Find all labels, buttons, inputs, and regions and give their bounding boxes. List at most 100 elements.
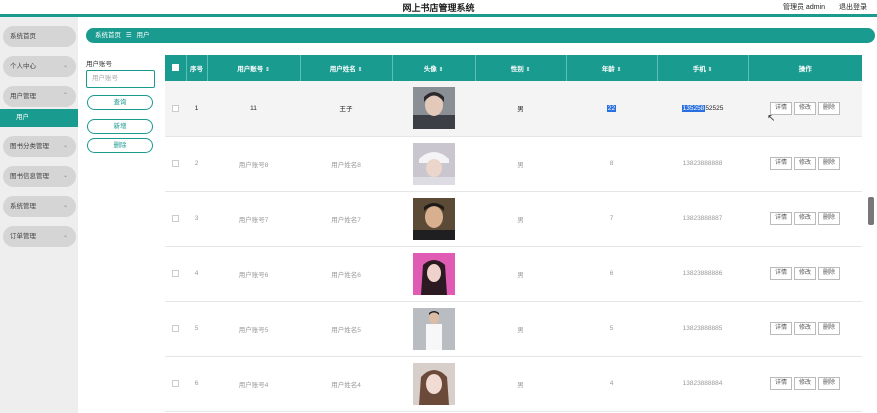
delete-button[interactable]: 删除 [818, 157, 841, 170]
sidebar-item-label: 个人中心 [10, 63, 36, 70]
sidebar-item-profile[interactable]: 个人中心 ⌄ [3, 56, 76, 77]
table-row: 1 11 王子 男 22 13525852525 详情 修改 删除 [165, 81, 862, 136]
admin-user-label: 管理员 admin [782, 4, 825, 11]
sort-icon[interactable]: ⇕ [617, 67, 622, 73]
sidebar-item-label: 图书分类管理 [10, 143, 49, 150]
cell-age: 8 [609, 160, 614, 167]
cell-index: 1 [194, 104, 199, 112]
row-checkbox[interactable] [172, 379, 179, 387]
sidebar: 系统首页 个人中心 ⌄ 用户管理 ⌃ 用户 图书分类管理 ⌄ 图书信息管理 ⌄ … [0, 17, 78, 413]
sidebar-item-book-info[interactable]: 图书信息管理 ⌄ [3, 166, 76, 187]
edit-button[interactable]: 修改 [793, 212, 816, 225]
column-header-name[interactable]: 用户姓名 ⇕ [300, 55, 393, 81]
detail-button[interactable]: 详情 [769, 322, 792, 335]
sort-icon[interactable]: ⇕ [526, 67, 531, 73]
chevron-up-icon: ⌃ [62, 93, 68, 99]
sort-icon[interactable]: ⇕ [708, 67, 713, 73]
edit-button[interactable]: 修改 [793, 267, 816, 280]
sidebar-item-system[interactable]: 系统管理 ⌄ [3, 196, 76, 217]
table-row: 5 用户账号5 用户姓名5 男 5 13823888885 详情 修改 删除 [165, 301, 862, 356]
sidebar-item-label: 图书信息管理 [10, 173, 49, 180]
sidebar-item-home[interactable]: 系统首页 [3, 26, 76, 47]
cell-name: 用户姓名4 [331, 381, 361, 389]
delete-button[interactable]: 删除 [818, 267, 841, 280]
chevron-down-icon: ⌄ [62, 233, 68, 239]
sidebar-item-label: 用户管理 [10, 93, 36, 100]
row-checkbox[interactable] [172, 159, 179, 167]
cell-account: 用户账号6 [238, 271, 269, 279]
select-all-cell[interactable] [165, 55, 187, 81]
cell-name: 用户姓名5 [331, 326, 361, 334]
chevron-down-icon: ⌄ [62, 143, 68, 149]
row-checkbox[interactable] [172, 269, 179, 277]
delete-button[interactable]: 删除 [818, 212, 841, 225]
sort-icon[interactable]: ⇕ [439, 67, 444, 73]
detail-button[interactable]: 详情 [769, 212, 792, 225]
cell-gender: 男 [517, 381, 524, 389]
column-header-phone[interactable]: 手机 ⇕ [657, 55, 749, 81]
sort-icon[interactable]: ⇕ [265, 67, 270, 73]
sidebar-item-orders[interactable]: 订单管理 ⌄ [3, 226, 76, 247]
cell-gender: 男 [517, 161, 524, 169]
column-header-age[interactable]: 年龄 ⇕ [566, 55, 658, 81]
batch-delete-button[interactable]: 删除 [87, 138, 153, 153]
sidebar-item-label: 订单管理 [10, 233, 36, 240]
top-header: 网上书店管理系统 管理员 admin 退出登录 [0, 0, 877, 14]
sidebar-item-user-management[interactable]: 用户管理 ⌃ [3, 86, 76, 107]
column-header-account[interactable]: 用户账号 ⇕ [207, 55, 301, 81]
delete-button[interactable]: 删除 [818, 377, 841, 390]
avatar [412, 252, 455, 295]
cell-index: 4 [194, 270, 199, 277]
cell-phone: 13823888884 [682, 380, 723, 387]
sidebar-item-label: 系统管理 [10, 203, 36, 210]
avatar [412, 307, 455, 350]
column-header-gender[interactable]: 性别 ⇕ [475, 55, 567, 81]
avatar [412, 87, 455, 130]
cell-account: 11 [250, 104, 257, 112]
add-button[interactable]: 新增 [87, 119, 153, 134]
sort-icon[interactable]: ⇕ [358, 67, 363, 73]
cell-age: 5 [609, 325, 614, 332]
cell-account: 用户账号8 [238, 161, 269, 169]
cell-name: 用户姓名7 [331, 216, 361, 224]
edit-button[interactable]: 修改 [793, 101, 816, 115]
detail-button[interactable]: 详情 [769, 267, 792, 280]
query-button[interactable]: 查询 [87, 95, 153, 110]
delete-button[interactable]: 删除 [818, 322, 841, 335]
column-header-label: 用户姓名 [329, 66, 356, 73]
column-header-avatar[interactable]: 头像 ⇕ [392, 55, 476, 81]
cell-gender: 男 [517, 216, 524, 224]
breadcrumb-home[interactable]: 系统首页 [95, 32, 121, 39]
edit-button[interactable]: 修改 [793, 322, 816, 335]
column-header-label: 性别 [510, 66, 524, 73]
detail-button[interactable]: 详情 [769, 377, 792, 390]
sidebar-subitem-users[interactable]: 用户 [0, 109, 78, 127]
cell-account: 用户账号5 [238, 326, 269, 334]
edit-button[interactable]: 修改 [793, 377, 816, 390]
cell-index: 3 [194, 215, 199, 222]
cell-index: 6 [194, 380, 199, 387]
header-divider [0, 14, 877, 17]
table-row: 6 用户账号4 用户姓名4 男 4 13823888884 详情 修改 删除 [165, 356, 862, 411]
cell-phone: 13823888887 [682, 215, 723, 222]
account-search-input[interactable]: 用户账号 [86, 70, 155, 88]
cell-age: 4 [609, 380, 614, 387]
table-row: 4 用户账号6 用户姓名6 男 6 13823888886 详情 修改 删除 [165, 246, 862, 301]
row-checkbox[interactable] [172, 214, 179, 222]
cell-index: 5 [194, 325, 199, 332]
edit-button[interactable]: 修改 [793, 157, 816, 170]
detail-button[interactable]: 详情 [769, 157, 792, 170]
row-checkbox[interactable] [172, 104, 179, 112]
cell-index: 2 [194, 160, 199, 167]
cell-age: 6 [609, 270, 614, 277]
user-table: 序号 用户账号 ⇕ 用户姓名 ⇕ 头像 ⇕ 性别 ⇕ 年龄 ⇕ 手机 ⇕ 操作 1 11 王… [165, 55, 862, 413]
logout-link[interactable]: 退出登录 [839, 2, 867, 12]
select-all-checkbox[interactable] [171, 64, 179, 72]
mouse-cursor-icon: ↖ [767, 113, 776, 124]
sidebar-item-book-category[interactable]: 图书分类管理 ⌄ [3, 136, 76, 157]
delete-button[interactable]: 删除 [818, 101, 841, 115]
row-checkbox[interactable] [172, 324, 179, 332]
cell-age: 7 [609, 215, 614, 222]
column-header-index: 序号 [186, 55, 208, 81]
page-scrollbar[interactable] [868, 197, 874, 225]
